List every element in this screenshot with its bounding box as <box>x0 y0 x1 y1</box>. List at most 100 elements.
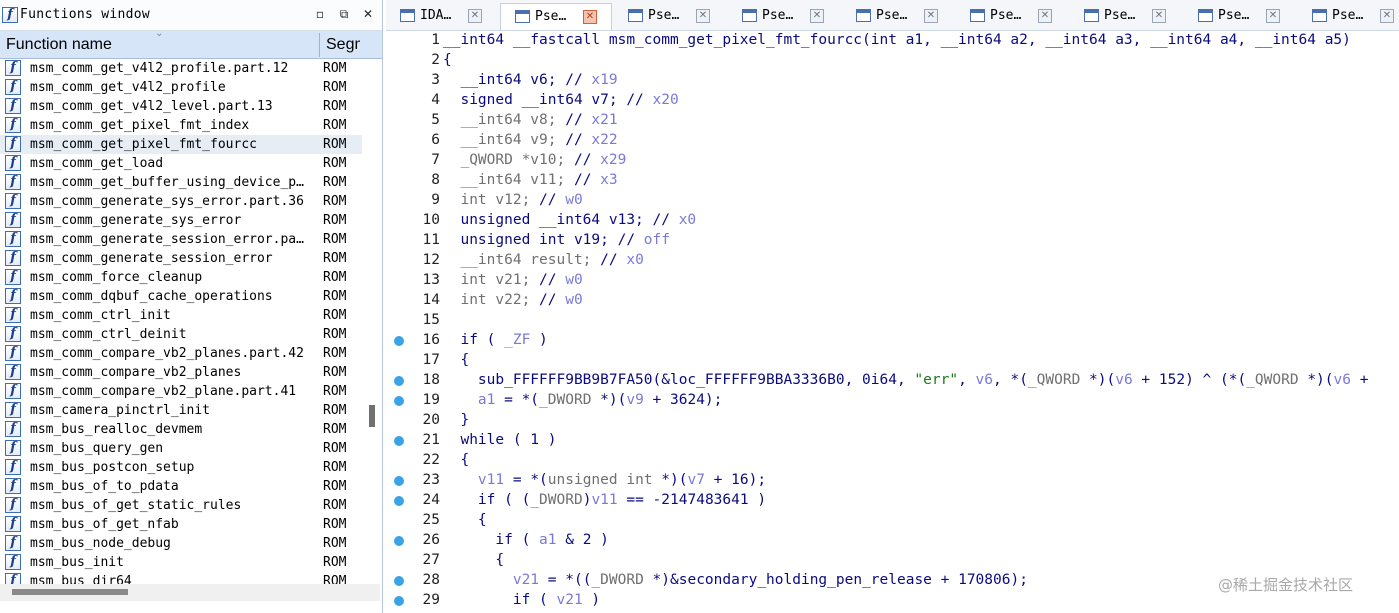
vertical-scrollbar[interactable] <box>364 59 380 584</box>
code-line[interactable]: 15 <box>386 311 1399 331</box>
tab-pseudocode[interactable]: Pse… ✕ <box>842 3 954 30</box>
code-line[interactable]: 20 } <box>386 411 1399 431</box>
pseudocode-view[interactable]: 1 __int64 __fastcall msm_comm_get_pixel_f… <box>386 31 1399 613</box>
code-line[interactable]: 23 v11 = *(unsigned int *)(v7 + 16); <box>386 471 1399 491</box>
line-number: 25 <box>422 512 440 528</box>
code-line[interactable]: 8 __int64 v11; // x3 <box>386 171 1399 191</box>
code-line[interactable]: 26 if ( a1 & 2 ) <box>386 531 1399 551</box>
breakpoint-dot-icon[interactable] <box>394 576 404 586</box>
function-list-item[interactable]: f msm_comm_force_cleanup ROM <box>0 268 362 287</box>
line-number: 27 <box>422 552 440 568</box>
column-header-function-name[interactable]: Function name <box>6 36 112 54</box>
code-line[interactable]: 16 if ( _ZF ) <box>386 331 1399 351</box>
vertical-scrollbar-thumb[interactable] <box>369 405 375 427</box>
function-list-item[interactable]: f msm_comm_get_v4l2_profile ROM <box>0 78 362 97</box>
breakpoint-dot-icon[interactable] <box>394 476 404 486</box>
tab-close-icon[interactable]: ✕ <box>810 9 824 23</box>
tab-close-icon[interactable]: ✕ <box>1152 9 1166 23</box>
code-line[interactable]: 2{ <box>386 51 1399 71</box>
function-list-item[interactable]: f msm_comm_generate_sys_error ROM <box>0 211 362 230</box>
code-line[interactable]: 25 { <box>386 511 1399 531</box>
function-list-item[interactable]: f msm_comm_generate_sys_error.part.36 ROM <box>0 192 362 211</box>
tab-close-icon[interactable]: ✕ <box>1038 9 1052 23</box>
code-line[interactable]: 14 int v22; // w0 <box>386 291 1399 311</box>
code-line[interactable]: 18 sub_FFFFFF9BB9B7FA50(&loc_FFFFFF9BBA3… <box>386 371 1399 391</box>
tab-pseudocode[interactable]: Pse… ✕ <box>1184 3 1296 30</box>
code-line[interactable]: 3 __int64 v6; // x19 <box>386 71 1399 91</box>
function-list-item[interactable]: f msm_comm_get_pixel_fmt_fourcc ROM <box>0 135 362 154</box>
function-list-item[interactable]: f msm_comm_ctrl_deinit ROM <box>0 325 362 344</box>
tab-close-icon[interactable]: ✕ <box>924 9 938 23</box>
code-line[interactable]: 9 int v12; // w0 <box>386 191 1399 211</box>
breakpoint-dot-icon[interactable] <box>394 336 404 346</box>
code-line[interactable]: 7 _QWORD *v10; // x29 <box>386 151 1399 171</box>
line-number: 2 <box>431 52 440 68</box>
code-line[interactable]: 21 while ( 1 ) <box>386 431 1399 451</box>
function-list-item[interactable]: f msm_comm_get_buffer_using_device_p… ROM <box>0 173 362 192</box>
column-header-segment[interactable]: Segm <box>326 36 360 54</box>
breakpoint-dot-icon[interactable] <box>394 436 404 446</box>
function-list-item[interactable]: f msm_bus_of_get_static_rules ROM <box>0 496 362 515</box>
code-line[interactable]: 12 __int64 result; // x0 <box>386 251 1399 271</box>
function-list-item[interactable]: f msm_camera_pinctrl_init ROM <box>0 401 362 420</box>
function-list-item[interactable]: f msm_comm_dqbuf_cache_operations ROM <box>0 287 362 306</box>
code-line[interactable]: 6 __int64 v9; // x22 <box>386 131 1399 151</box>
function-list-item[interactable]: f msm_bus_node_debug ROM <box>0 534 362 553</box>
code-line[interactable]: 10 unsigned __int64 v13; // x0 <box>386 211 1399 231</box>
tab-pseudocode[interactable]: Pse… ✕ <box>614 3 726 30</box>
function-list-item[interactable]: f msm_comm_generate_session_error.pa… ROM <box>0 230 362 249</box>
breakpoint-dot-icon[interactable] <box>394 536 404 546</box>
tab-pseudocode[interactable]: Pse… ✕ <box>1070 3 1182 30</box>
function-segment: ROM <box>323 232 347 247</box>
function-list-item[interactable]: f msm_bus_init ROM <box>0 553 362 572</box>
function-icon: f <box>5 421 21 437</box>
code-line[interactable]: 17 { <box>386 351 1399 371</box>
function-list-item[interactable]: f msm_bus_of_get_nfab ROM <box>0 515 362 534</box>
code-line[interactable]: 19 a1 = *(_DWORD *)(v9 + 3624); <box>386 391 1399 411</box>
function-list-item[interactable]: f msm_bus_query_gen ROM <box>0 439 362 458</box>
restore-window-icon[interactable]: ▫ <box>311 5 329 23</box>
horizontal-scrollbar-thumb[interactable] <box>12 589 128 595</box>
close-icon[interactable]: ✕ <box>359 5 377 23</box>
tab-pseudocode[interactable]: Pse… ✕ <box>956 3 1068 30</box>
code-line[interactable]: 24 if ( (_DWORD)v11 == -2147483641 ) <box>386 491 1399 511</box>
code-line[interactable]: 22 { <box>386 451 1399 471</box>
function-list-item[interactable]: f msm_bus_postcon_setup ROM <box>0 458 362 477</box>
tab-close-icon[interactable]: ✕ <box>468 9 482 23</box>
tab-pseudocode[interactable]: Pse… ✕ <box>500 3 612 30</box>
function-list-item[interactable]: f msm_comm_get_load ROM <box>0 154 362 173</box>
tab-ida-view[interactable]: IDA… ✕ <box>386 3 498 30</box>
tab-close-icon[interactable]: ✕ <box>1380 9 1394 23</box>
tab-pseudocode[interactable]: Pse… ✕ <box>1298 3 1399 30</box>
tab-close-icon[interactable]: ✕ <box>583 10 597 24</box>
tab-close-icon[interactable]: ✕ <box>1266 9 1280 23</box>
tab-pseudocode[interactable]: Pse… ✕ <box>728 3 840 30</box>
function-icon: f <box>5 155 21 171</box>
function-list-item[interactable]: f msm_comm_get_v4l2_level.part.13 ROM <box>0 97 362 116</box>
breakpoint-dot-icon[interactable] <box>394 396 404 406</box>
function-list-item[interactable]: f msm_bus_of_to_pdata ROM <box>0 477 362 496</box>
code-line[interactable]: 13 int v21; // w0 <box>386 271 1399 291</box>
tab-close-icon[interactable]: ✕ <box>696 9 710 23</box>
horizontal-scrollbar[interactable] <box>0 584 380 601</box>
function-list-item[interactable]: f msm_comm_compare_vb2_plane.part.41 ROM <box>0 382 362 401</box>
code-line[interactable]: 1 __int64 __fastcall msm_comm_get_pixel_f… <box>386 31 1399 51</box>
function-list-item[interactable]: f msm_comm_generate_session_error ROM <box>0 249 362 268</box>
function-list-item[interactable]: f msm_comm_compare_vb2_planes.part.42 ROM <box>0 344 362 363</box>
breakpoint-dot-icon[interactable] <box>394 496 404 506</box>
function-list-item[interactable]: f msm_comm_compare_vb2_planes ROM <box>0 363 362 382</box>
breakpoint-dot-icon[interactable] <box>394 596 404 606</box>
function-list-item[interactable]: f msm_bus_dir64 ROM <box>0 572 362 584</box>
function-list-item[interactable]: f msm_comm_get_pixel_fmt_index ROM <box>0 116 362 135</box>
code-line[interactable]: 4 signed __int64 v7; // x20 <box>386 91 1399 111</box>
breakpoint-dot-icon[interactable] <box>394 376 404 386</box>
column-divider[interactable] <box>319 33 320 57</box>
function-list-item[interactable]: f msm_comm_get_v4l2_profile.part.12 ROM <box>0 59 362 78</box>
float-window-icon[interactable]: ⧉ <box>335 5 353 23</box>
code-line[interactable]: 5 __int64 v8; // x21 <box>386 111 1399 131</box>
code-line[interactable]: 27 { <box>386 551 1399 571</box>
function-list-item[interactable]: f msm_comm_ctrl_init ROM <box>0 306 362 325</box>
function-list-item[interactable]: f msm_bus_realloc_devmem ROM <box>0 420 362 439</box>
code-line[interactable]: 11 unsigned int v19; // off <box>386 231 1399 251</box>
code-text: { <box>443 352 470 368</box>
